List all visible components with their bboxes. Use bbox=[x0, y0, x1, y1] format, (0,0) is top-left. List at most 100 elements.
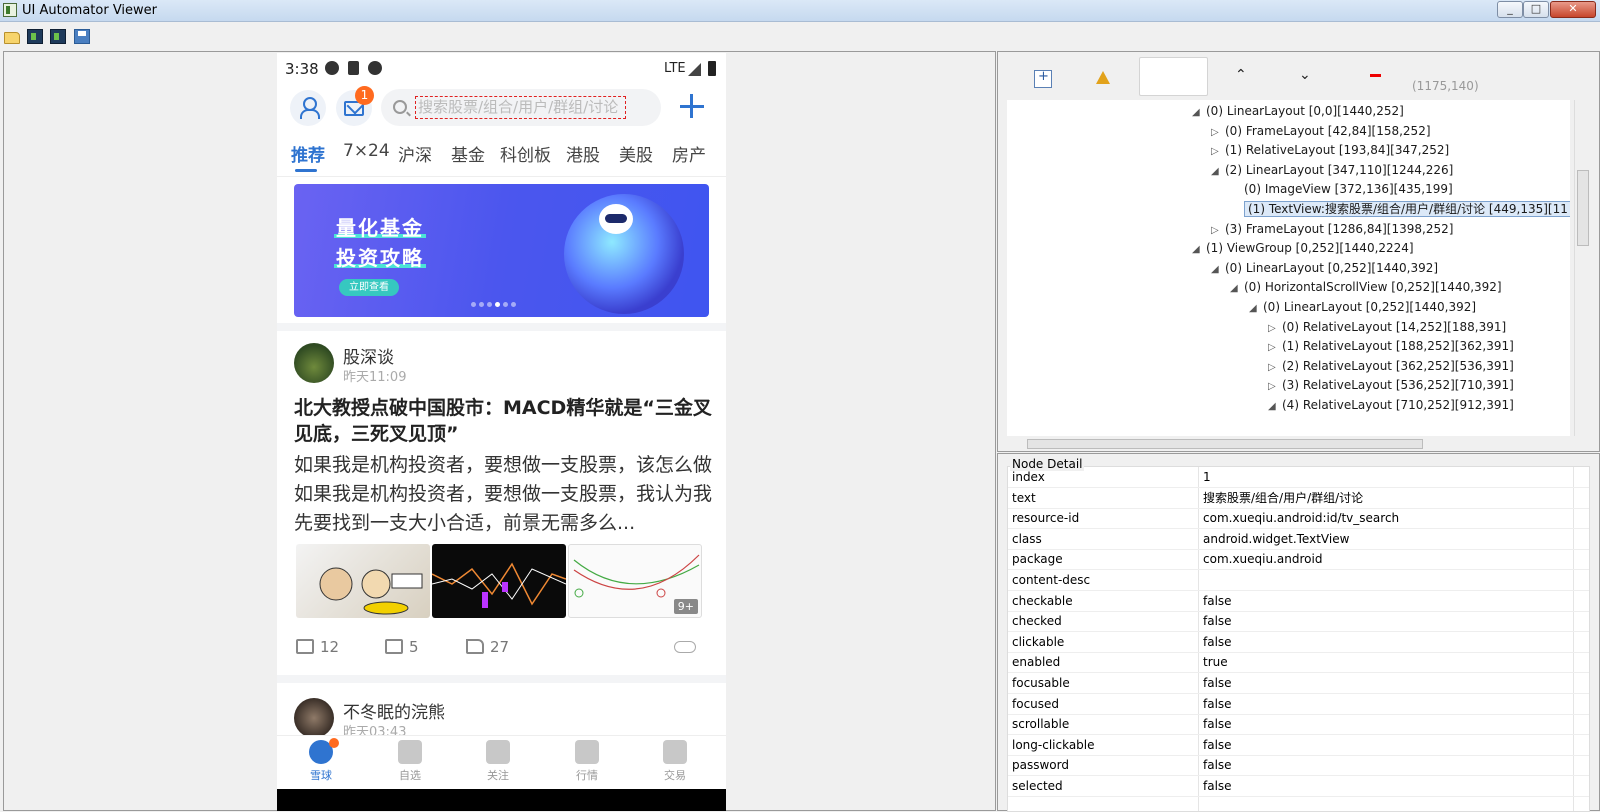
expand-all-icon[interactable] bbox=[1034, 69, 1052, 88]
detail-row[interactable]: scrollable false bbox=[1008, 714, 1589, 736]
tree-node-label[interactable]: (1) ViewGroup [0,252][1440,2224] bbox=[1206, 241, 1414, 255]
detail-value[interactable]: false bbox=[1203, 755, 1583, 775]
chevron-down-icon[interactable]: ⌄ bbox=[1299, 67, 1311, 83]
tree-node-label[interactable]: (1) RelativeLayout [188,252][362,391] bbox=[1282, 339, 1514, 353]
detail-value[interactable]: true bbox=[1203, 652, 1583, 672]
detail-value[interactable]: false bbox=[1203, 776, 1583, 796]
tree-node[interactable]: ◢ (4) RelativeLayout [710,252][912,391] bbox=[1268, 395, 1514, 415]
detail-value[interactable]: 搜索股票/组合/用户/群组/讨论 bbox=[1203, 488, 1583, 508]
tree-node[interactable]: ▷ (3) FrameLayout [1286,84][1398,252] bbox=[1211, 219, 1453, 239]
tree-node[interactable]: ◢ (1) ViewGroup [0,252][1440,2224] bbox=[1192, 238, 1414, 258]
tree-node-label[interactable]: (2) RelativeLayout [362,252][536,391] bbox=[1282, 359, 1514, 373]
tree-node-label[interactable]: (4) RelativeLayout [710,252][912,391] bbox=[1282, 398, 1514, 412]
detail-row[interactable]: class android.widget.TextView bbox=[1008, 529, 1589, 550]
profile-button[interactable] bbox=[290, 90, 326, 126]
nav-trade[interactable]: 交易 bbox=[653, 738, 697, 783]
expanded-arrow-icon[interactable]: ◢ bbox=[1192, 103, 1206, 123]
tree-node-label[interactable]: (3) FrameLayout [1286,84][1398,252] bbox=[1225, 222, 1453, 236]
device-screenshot-compressed-icon[interactable] bbox=[50, 29, 66, 44]
banner-cta-button[interactable]: 立即查看 bbox=[339, 279, 399, 296]
detail-value[interactable]: false bbox=[1203, 714, 1583, 734]
tab-real-estate[interactable]: 房产 bbox=[672, 141, 706, 166]
scrollbar-thumb[interactable] bbox=[1027, 439, 1423, 449]
add-icon[interactable] bbox=[675, 89, 709, 123]
tab-recommend[interactable]: 推荐 bbox=[291, 141, 325, 166]
tree-node[interactable]: ▷ (1) RelativeLayout [193,84][347,252] bbox=[1211, 140, 1449, 160]
tree-node[interactable]: ▷ (2) RelativeLayout [362,252][536,391] bbox=[1268, 356, 1514, 376]
tree-node-label[interactable]: (0) ImageView [372,136][435,199] bbox=[1244, 182, 1453, 196]
toggle-naf-button[interactable] bbox=[1139, 57, 1208, 96]
post-image[interactable]: 9+ bbox=[568, 544, 702, 618]
device-screenshot[interactable]: 3:38 LTE 1 搜索股票/组合/用户/群组/讨论 推荐 7×24 沪深 基… bbox=[277, 53, 726, 811]
detail-value[interactable]: android.widget.TextView bbox=[1203, 529, 1583, 549]
tree-node-label[interactable]: (2) LinearLayout [347,110][1244,226] bbox=[1225, 163, 1453, 177]
detail-value[interactable]: false bbox=[1203, 591, 1583, 611]
tab-funds[interactable]: 基金 bbox=[451, 141, 485, 166]
tree-node[interactable]: (0) ImageView [372,136][435,199] bbox=[1230, 179, 1453, 199]
tree-node-label[interactable]: (1) TextView:搜索股票/组合/用户/群组/讨论 [449,135][… bbox=[1244, 201, 1570, 217]
post-title[interactable]: 北大教授点破中国股市：MACD精华就是“三金叉见底，三死叉见顶” bbox=[294, 395, 712, 447]
tree-horizontal-scrollbar[interactable] bbox=[1007, 437, 1574, 451]
tree-node[interactable]: (1) TextView:搜索股票/组合/用户/群组/讨论 [449,135][… bbox=[1230, 199, 1570, 219]
detail-row[interactable]: index 1 bbox=[1008, 467, 1589, 488]
device-screenshot-icon[interactable] bbox=[27, 29, 43, 44]
repost-button[interactable]: 12 bbox=[296, 638, 339, 656]
tree-node-label[interactable]: (0) LinearLayout [0,252][1440,392] bbox=[1263, 300, 1476, 314]
nav-market[interactable]: 行情 bbox=[565, 738, 609, 783]
tree-node-label[interactable]: (0) RelativeLayout [14,252][188,391] bbox=[1282, 320, 1506, 334]
post-image[interactable] bbox=[432, 544, 566, 618]
post-body[interactable]: 如果我是机构投资者，要想做一支股票，该怎么做 如果我是机构投资者，要想做一支股票… bbox=[294, 451, 712, 538]
tree-node[interactable]: ◢ (0) LinearLayout [0,0][1440,252] bbox=[1192, 101, 1404, 121]
expanded-arrow-icon[interactable]: ◢ bbox=[1211, 162, 1225, 182]
detail-row[interactable]: focusable false bbox=[1008, 673, 1589, 694]
tab-hk-stocks[interactable]: 港股 bbox=[566, 141, 600, 166]
dismiss-icon[interactable] bbox=[674, 641, 696, 653]
expanded-arrow-icon[interactable]: ◢ bbox=[1249, 299, 1263, 319]
tree-node-label[interactable]: (0) LinearLayout [0,252][1440,392] bbox=[1225, 261, 1438, 275]
detail-value[interactable]: false bbox=[1203, 673, 1583, 693]
author-avatar[interactable] bbox=[294, 343, 334, 383]
chevron-up-icon[interactable]: ⌃ bbox=[1235, 67, 1247, 83]
tree-node[interactable]: ◢ (0) LinearLayout [0,252][1440,392] bbox=[1249, 297, 1476, 317]
tree-node-label[interactable]: (1) RelativeLayout [193,84][347,252] bbox=[1225, 143, 1449, 157]
tab-us-stocks[interactable]: 美股 bbox=[619, 141, 653, 166]
tab-star-market[interactable]: 科创板 bbox=[500, 141, 551, 166]
nav-following[interactable]: 关注 bbox=[476, 738, 520, 783]
warning-icon[interactable] bbox=[1096, 71, 1110, 84]
close-button[interactable]: ✕ bbox=[1550, 1, 1596, 18]
detail-value[interactable]: com.xueqiu.android:id/tv_search bbox=[1203, 508, 1583, 528]
hierarchy-tree[interactable]: ◢ (0) LinearLayout [0,0][1440,252] ▷ (0) Fr… bbox=[1007, 100, 1570, 436]
search-placeholder[interactable]: 搜索股票/组合/用户/群组/讨论 bbox=[415, 96, 626, 119]
save-icon[interactable] bbox=[74, 29, 90, 44]
tree-node[interactable]: ◢ (2) LinearLayout [347,110][1244,226] bbox=[1211, 160, 1453, 180]
open-folder-icon[interactable] bbox=[4, 32, 20, 44]
tree-node[interactable]: ◢ (0) LinearLayout [0,252][1440,392] bbox=[1211, 258, 1438, 278]
author-avatar[interactable] bbox=[294, 698, 334, 738]
detail-value[interactable]: 1 bbox=[1203, 467, 1583, 487]
expanded-arrow-icon[interactable]: ◢ bbox=[1230, 279, 1244, 299]
search-box[interactable]: 搜索股票/组合/用户/群组/讨论 bbox=[381, 89, 661, 126]
tree-node-label[interactable]: (3) RelativeLayout [536,252][710,391] bbox=[1282, 378, 1514, 392]
detail-row[interactable]: long-clickable false bbox=[1008, 735, 1589, 756]
nav-watchlist[interactable]: 自选 bbox=[388, 738, 432, 783]
comment-button[interactable]: 5 bbox=[385, 638, 419, 656]
detail-value[interactable]: false bbox=[1203, 611, 1583, 631]
nav-xueqiu[interactable]: 雪球 bbox=[299, 738, 343, 783]
collapse-icon[interactable] bbox=[1370, 74, 1381, 77]
maximize-button[interactable]: □ bbox=[1523, 1, 1549, 18]
post-image[interactable] bbox=[296, 544, 430, 618]
like-button[interactable]: 27 bbox=[466, 638, 509, 656]
detail-value[interactable]: com.xueqiu.android bbox=[1203, 549, 1583, 569]
minimize-button[interactable]: _ bbox=[1497, 1, 1523, 18]
tab-7x24[interactable]: 7×24 bbox=[343, 141, 390, 161]
detail-row[interactable]: checked false bbox=[1008, 611, 1589, 633]
post-author[interactable]: 不冬眠的浣熊 bbox=[343, 698, 445, 723]
expanded-arrow-icon[interactable]: ◢ bbox=[1211, 260, 1225, 280]
scrollbar-thumb[interactable] bbox=[1577, 170, 1589, 246]
tree-node[interactable]: ▷ (0) RelativeLayout [14,252][188,391] bbox=[1268, 317, 1506, 337]
detail-row[interactable]: resource-id com.xueqiu.android:id/tv_sear… bbox=[1008, 508, 1589, 530]
detail-value[interactable]: false bbox=[1203, 735, 1583, 755]
detail-row[interactable]: text 搜索股票/组合/用户/群组/讨论 bbox=[1008, 488, 1589, 509]
post-author[interactable]: 股深谈 bbox=[343, 343, 394, 368]
tree-node-label[interactable]: (0) LinearLayout [0,0][1440,252] bbox=[1206, 104, 1404, 118]
